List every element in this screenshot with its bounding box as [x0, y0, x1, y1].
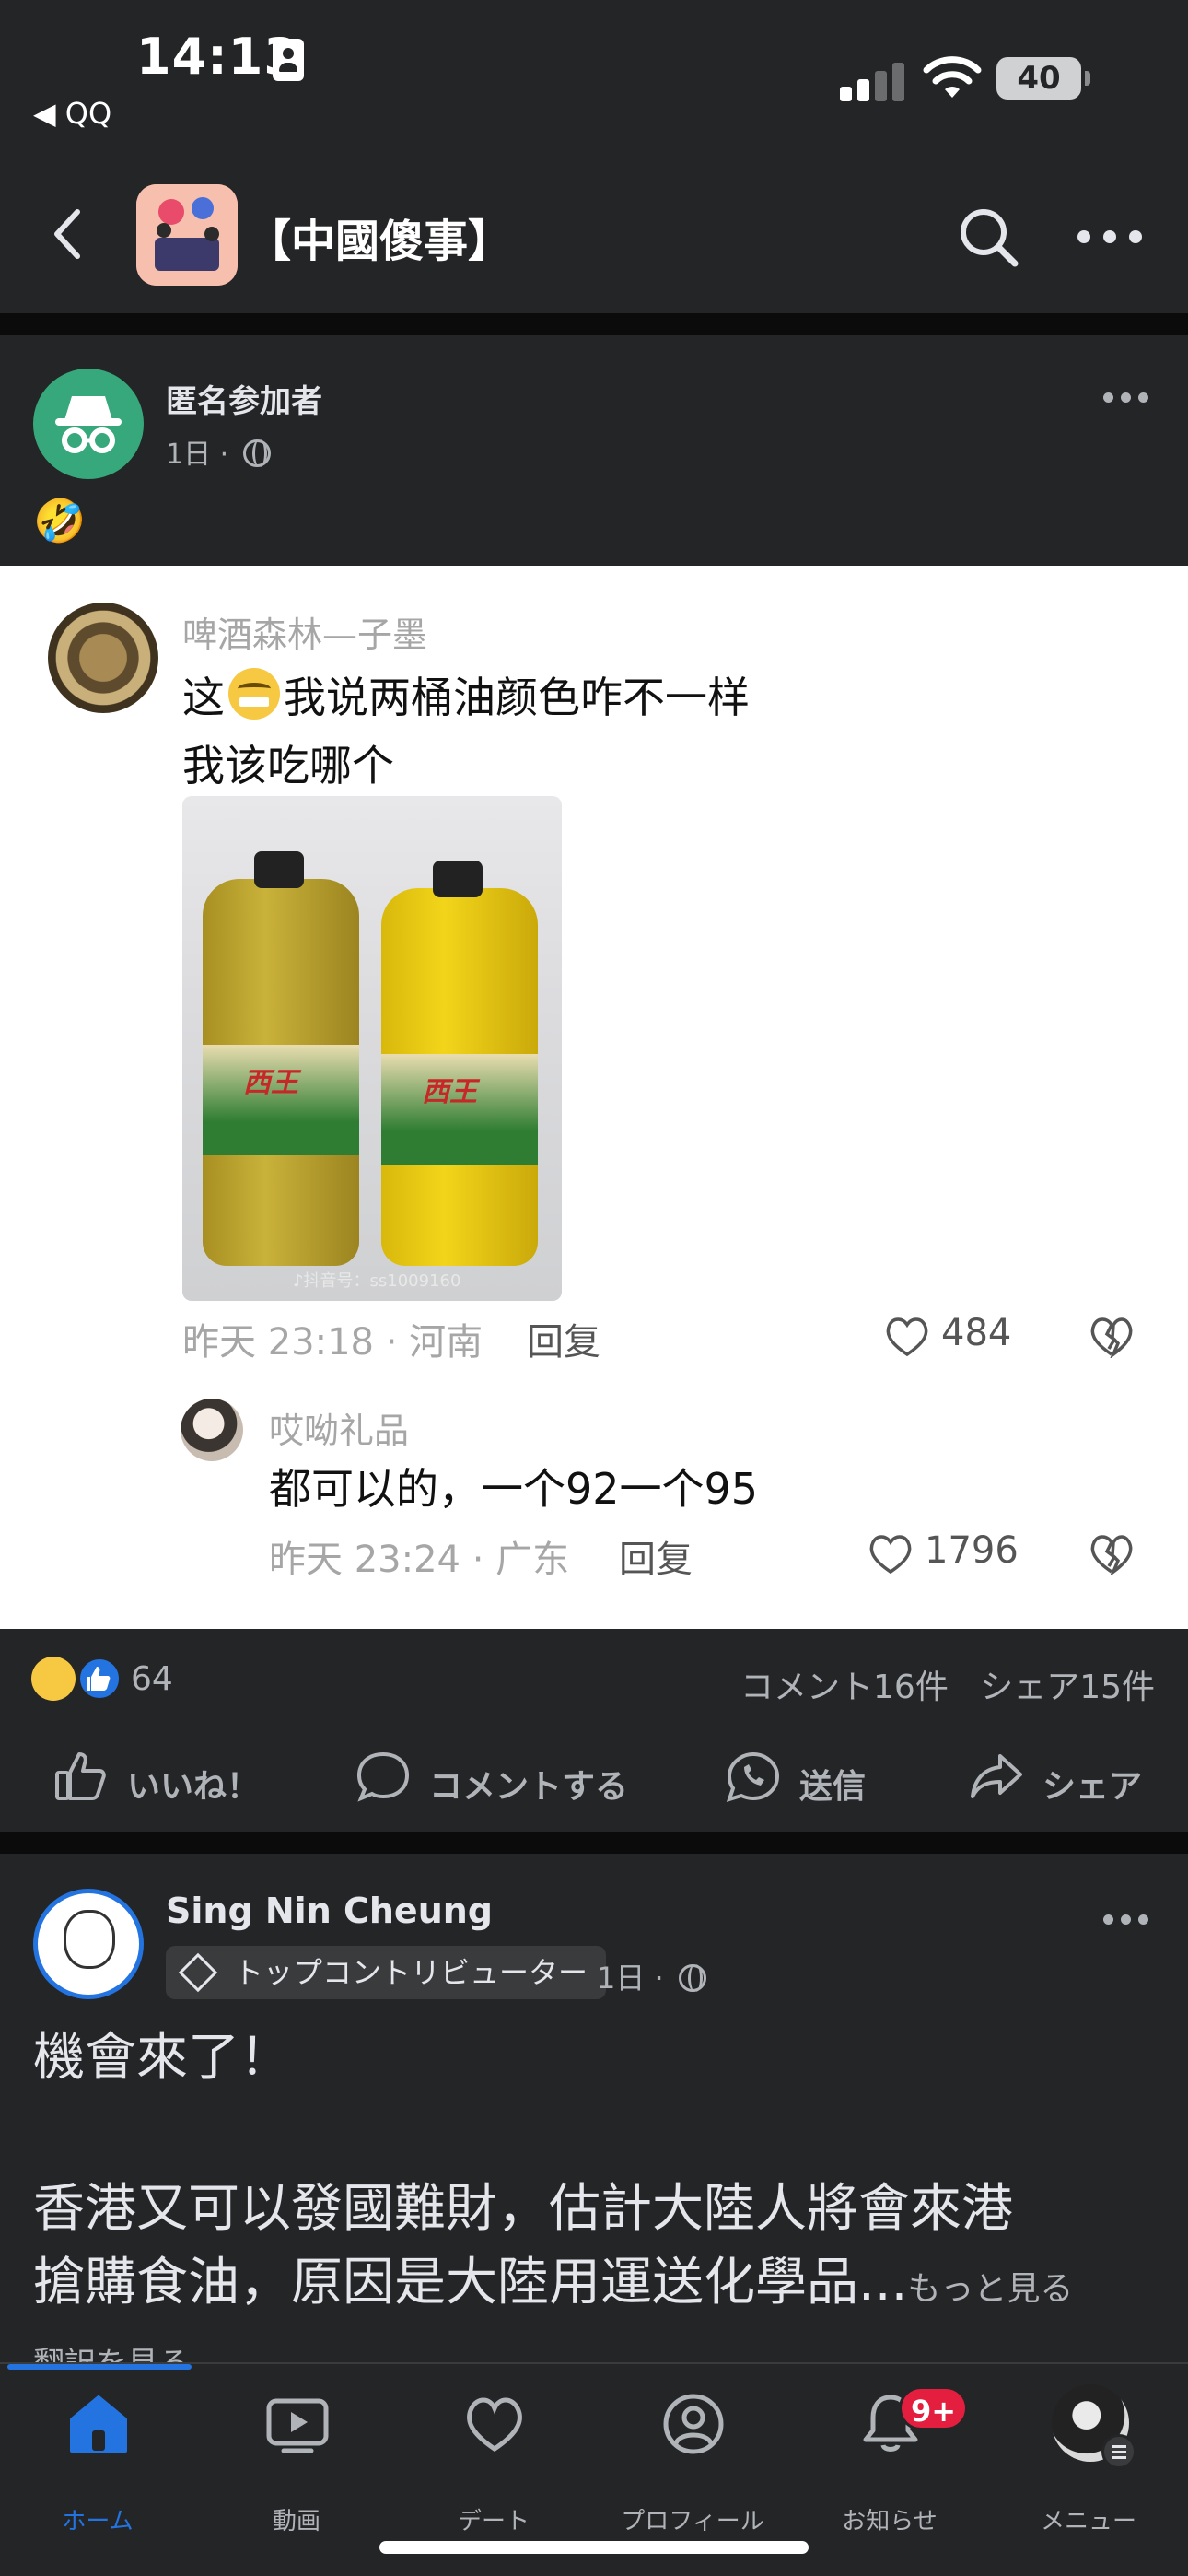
tab-video[interactable]: 動画 [214, 2392, 379, 2535]
top-contributor-badge[interactable]: トップコントリビューター [166, 1946, 607, 1999]
reaction-count: 64 [131, 1660, 173, 1698]
profile-icon [663, 2394, 724, 2454]
top-contributor-icon [178, 1952, 218, 1993]
send-button[interactable]: 送信 [724, 1749, 908, 1806]
comment-button[interactable]: コメントする [354, 1749, 630, 1806]
feed-divider [0, 1832, 1188, 1854]
post-text-line: 香港又可以發國難財，估計大陸人將會來港 [33, 2179, 1013, 2239]
post-meta: 1日 · [166, 431, 271, 472]
comment-count[interactable]: コメント16件 [740, 1669, 949, 1706]
heart-icon [886, 1317, 928, 1357]
reply-text: 都可以的，一个92一个95 [269, 1464, 759, 1514]
tab-notifications[interactable]: 9+ お知らせ [807, 2386, 973, 2535]
search-icon[interactable] [956, 205, 1020, 269]
more-icon[interactable] [1103, 392, 1149, 404]
comment-username: 啤酒森林—子墨 [182, 615, 428, 655]
video-icon [266, 2398, 329, 2453]
bottle-right: 西王 [381, 861, 538, 1266]
share-count[interactable]: シェア15件 [980, 1669, 1155, 1706]
back-chevron-icon[interactable] [46, 206, 90, 262]
tab-menu[interactable]: メニュー [1006, 2384, 1171, 2535]
haha-reaction-icon [31, 1657, 76, 1701]
back-to-app-link[interactable]: ◀ QQ [33, 96, 111, 131]
incognito-icon[interactable] [33, 369, 144, 479]
globe-icon [242, 439, 271, 467]
more-icon[interactable] [1077, 230, 1142, 245]
home-icon [70, 2395, 127, 2453]
comment-avatar [48, 603, 158, 713]
reply-reply-label: 回复 [619, 1539, 693, 1581]
status-bar: 14:13 ◀ QQ 40 [0, 0, 1188, 157]
notification-badge: 9+ [899, 2386, 969, 2430]
dating-heart-icon [467, 2397, 522, 2453]
group-avatar[interactable] [136, 184, 238, 286]
tab-home[interactable]: ホーム [15, 2392, 181, 2535]
like-button[interactable]: いいね！ [52, 1749, 263, 1806]
post-text: 🤣 [33, 496, 87, 545]
post-author[interactable]: 匿名参加者 [166, 376, 322, 421]
post-author[interactable]: Sing Nin Cheung [166, 1891, 493, 1931]
wifi-icon [923, 56, 982, 98]
like-reaction-icon [77, 1657, 122, 1701]
tab-dating[interactable]: デート [411, 2392, 577, 2535]
comment-like-count: 484 [941, 1312, 1012, 1354]
reply-meta: 昨天 23:24 · 广东 [269, 1539, 570, 1581]
post-text-line: 機會來了！ [33, 2028, 291, 2088]
broken-heart-icon [1090, 1535, 1133, 1575]
see-translation-link[interactable]: 翻訳を見る [33, 2338, 190, 2362]
id-card-icon [273, 39, 304, 81]
share-arrow-icon [971, 1754, 1022, 1798]
signal-icon [840, 61, 904, 101]
globe-icon [678, 1964, 706, 1992]
grin-emoji-icon [228, 668, 280, 720]
tab-profile[interactable]: プロフィール [610, 2392, 775, 2535]
comment-bubble-icon [356, 1751, 410, 1802]
post-time: 1日 · [166, 439, 229, 471]
post-image[interactable]: 啤酒森林—子墨 这我说两桶油颜色咋不一样 我该吃哪个 西王 西王 ♪抖音号：ss… [0, 566, 1188, 1629]
post-time: 1日 · [597, 1961, 664, 1996]
see-more-link[interactable]: もっと見る [907, 2270, 1073, 2308]
group-title[interactable]: 【中國傻事】 [247, 205, 512, 269]
battery-icon: 40 [996, 57, 1090, 100]
reply-avatar [181, 1399, 243, 1461]
comment-meta: 昨天 23:18 · 河南 [182, 1321, 483, 1364]
post-anonymous: 匿名参加者 1日 · 🤣 [0, 335, 1188, 566]
post-meta: 1日 · [597, 1955, 706, 1997]
post-actions: いいね！ コメントする 送信 シェア [0, 1721, 1188, 1832]
bottle-left: 西王 [203, 851, 359, 1266]
reaction-summary[interactable]: 64 コメント16件 シェア15件 [0, 1629, 1188, 1721]
author-avatar[interactable] [33, 1889, 144, 1999]
post-sing-nin-cheung: Sing Nin Cheung トップコントリビューター 1日 · 機會來了！ … [0, 1854, 1188, 2362]
comment-reply-label: 回复 [527, 1321, 600, 1364]
group-header: 【中國傻事】 [0, 157, 1188, 313]
thumbs-up-icon [55, 1752, 106, 1800]
more-icon[interactable] [1103, 1914, 1149, 1926]
comment-text: 这我说两桶油颜色咋不一样 我该吃哪个 [182, 663, 1011, 800]
reply-username: 哎呦礼品 [269, 1411, 410, 1451]
active-tab-indicator [7, 2364, 192, 2370]
oil-bottles-photo: 西王 西王 ♪抖音号：ss1009160 [182, 796, 562, 1301]
whatsapp-icon [726, 1751, 780, 1803]
comment-share-stats[interactable]: コメント16件 シェア15件 [740, 1660, 1155, 1708]
photo-watermark: ♪抖音号：ss1009160 [293, 1271, 461, 1291]
reply-like-count: 1796 [925, 1529, 1019, 1572]
broken-heart-icon [1090, 1317, 1133, 1358]
feed-divider [0, 313, 1188, 335]
home-indicator[interactable] [379, 2541, 809, 2554]
share-button[interactable]: シェア [967, 1749, 1151, 1806]
heart-icon [869, 1535, 912, 1575]
menu-icon [1101, 2434, 1136, 2469]
post-text-line: 搶購食油，原因是大陸用運送化學品...もっと見る [33, 2253, 1074, 2313]
